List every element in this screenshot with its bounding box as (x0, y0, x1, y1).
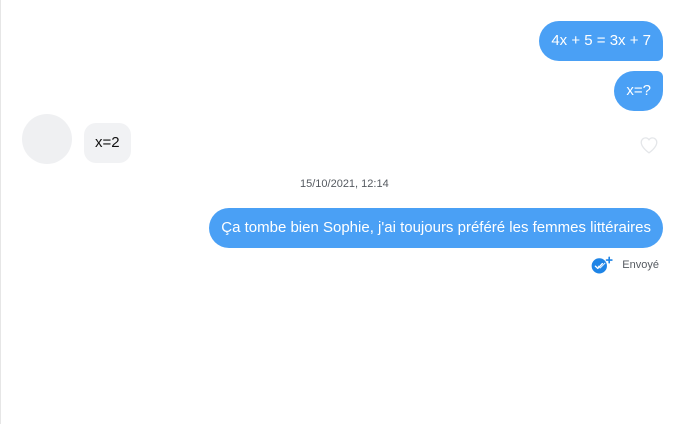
avatar[interactable] (22, 114, 72, 164)
sent-message-bubble[interactable]: x=? (614, 71, 663, 111)
sent-message-bubble[interactable]: Ça tombe bien Sophie, j'ai toujours préf… (209, 208, 663, 248)
status-label: Envoyé (622, 259, 659, 271)
heart-outline-icon[interactable] (639, 136, 659, 154)
delivery-status: Envoyé (590, 256, 659, 274)
sent-check-icon (591, 256, 614, 274)
sent-message-bubble[interactable]: 4x + 5 = 3x + 7 (539, 21, 663, 61)
message-timestamp: 15/10/2021, 12:14 (300, 178, 389, 190)
chat-pane: 4x + 5 = 3x + 7 x=? x=2 15/10/2021, 12:1… (0, 0, 682, 424)
received-message-bubble[interactable]: x=2 (84, 123, 131, 163)
